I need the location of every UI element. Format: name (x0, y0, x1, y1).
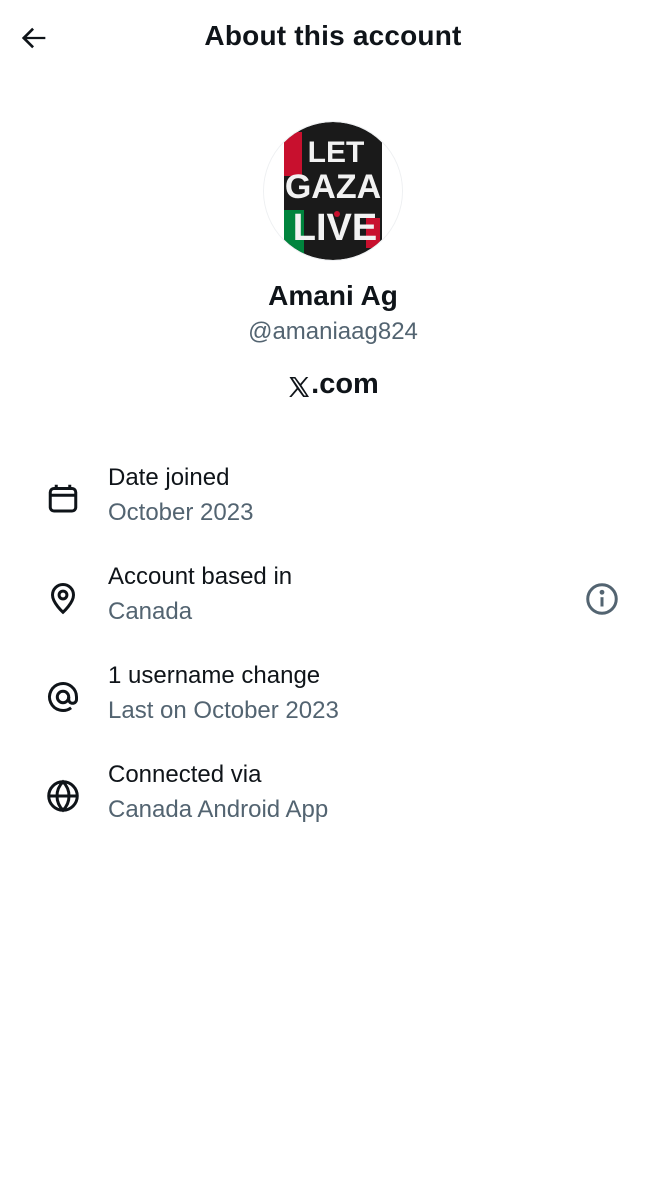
detail-row-username-change: 1 username change Last on October 2023 (0, 662, 666, 742)
avatar[interactable]: LET GAZA LIVE (264, 122, 402, 260)
avatar-text-gaza: GAZA (285, 168, 381, 206)
detail-label: 1 username change (108, 662, 321, 689)
detail-value: Canada Android App (108, 796, 329, 823)
brand-domain: .com (311, 368, 379, 400)
detail-label: Date joined (108, 464, 230, 491)
globe-icon (44, 777, 82, 815)
display-name: Amani Ag (268, 280, 398, 311)
info-button[interactable] (582, 579, 622, 619)
location-pin-icon (44, 579, 82, 617)
detail-value: Canada (108, 598, 193, 625)
x-com-brand: .com (0, 368, 666, 401)
detail-label: Connected via (108, 761, 262, 788)
at-sign-icon (44, 678, 82, 716)
detail-value: Last on October 2023 (108, 697, 339, 724)
detail-row-connected-via: Connected via Canada Android App (0, 761, 666, 841)
avatar-text-let: LET (308, 136, 365, 169)
detail-row-date-joined: Date joined October 2023 (0, 464, 666, 544)
detail-row-account-based-in: Account based in Canada (0, 563, 666, 643)
detail-value: October 2023 (108, 499, 254, 526)
info-icon (586, 583, 618, 615)
calendar-icon (44, 480, 82, 518)
user-handle: @amaniaag824 (248, 318, 418, 345)
x-logo-icon (287, 374, 310, 397)
page-title: About this account (204, 20, 462, 51)
avatar-image: LET GAZA LIVE (264, 122, 402, 260)
header-bar: About this account (0, 0, 666, 78)
detail-label: Account based in (108, 563, 293, 590)
